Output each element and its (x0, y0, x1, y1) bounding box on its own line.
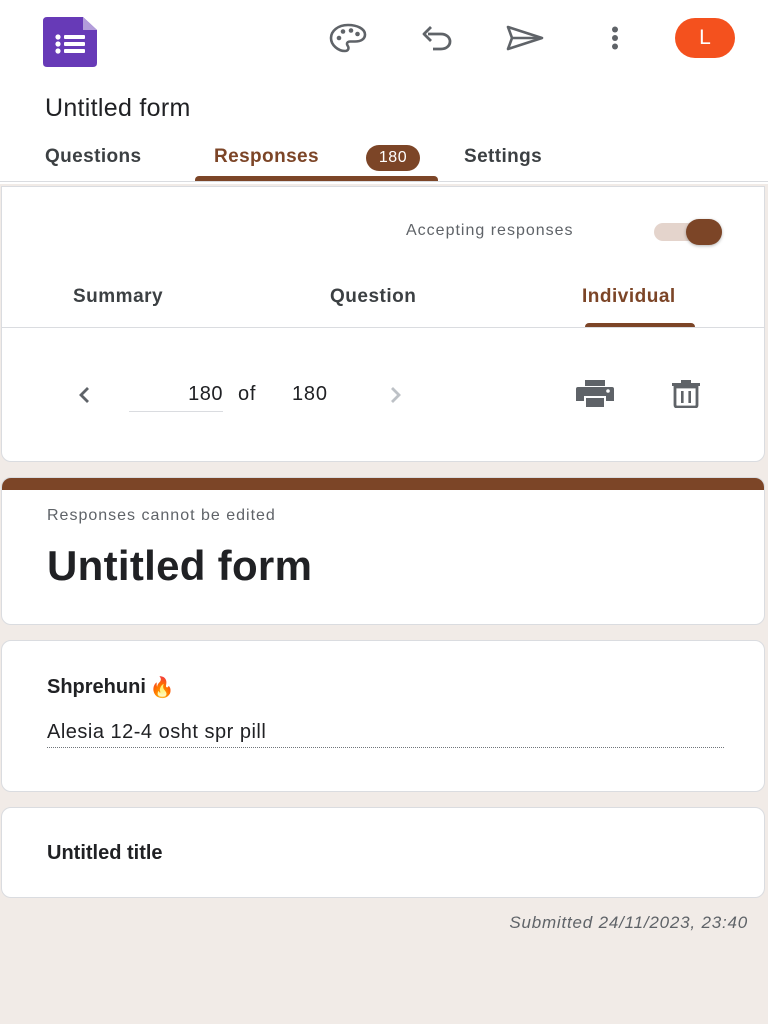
pager-of-label: of (238, 383, 257, 405)
tab-settings[interactable]: Settings (464, 146, 542, 168)
subtab-summary[interactable]: Summary (73, 286, 163, 308)
trash-icon[interactable] (666, 374, 706, 414)
fire-icon: 🔥 (149, 677, 175, 699)
cannot-edit-notice: Responses cannot be edited (47, 507, 276, 524)
submitted-timestamp: Submitted 24/11/2023, 23:40 (509, 913, 748, 932)
responses-count-badge: 180 (366, 145, 420, 171)
accepting-responses-label: Accepting responses (406, 222, 574, 239)
form-title[interactable]: Untitled form (45, 94, 191, 123)
question-card: Shprehuni 🔥 Alesia 12-4 osht spr pill (1, 640, 765, 792)
account-avatar[interactable]: L (675, 18, 735, 58)
tab-responses[interactable]: Responses (214, 146, 319, 168)
send-icon[interactable] (505, 18, 545, 58)
tab-questions[interactable]: Questions (45, 146, 142, 168)
google-forms-icon[interactable] (43, 17, 97, 67)
subtab-individual[interactable]: Individual (582, 286, 676, 308)
pager-total: 180 (292, 383, 328, 405)
print-icon[interactable] (575, 374, 615, 414)
responses-control-card: Accepting responses Summary Question Ind… (1, 186, 765, 462)
app-header: L Untitled form Questions Responses 180 … (0, 0, 768, 184)
chevron-left-icon[interactable] (69, 380, 99, 410)
response-form-card: Responses cannot be edited Untitled form (1, 477, 765, 625)
more-vert-icon[interactable] (595, 18, 635, 58)
question-title: Untitled title (47, 842, 163, 865)
accepting-responses-toggle[interactable] (652, 217, 726, 247)
palette-icon[interactable] (328, 18, 368, 58)
subtab-divider (2, 327, 764, 328)
question-title-text: Shprehuni (47, 676, 146, 698)
chevron-right-icon[interactable] (381, 380, 411, 410)
question-title-text: Untitled title (47, 842, 163, 864)
answer-text: Alesia 12-4 osht spr pill (47, 721, 267, 743)
avatar-letter: L (699, 26, 711, 49)
response-number-input[interactable] (129, 377, 223, 412)
form-accent-bar (2, 478, 764, 490)
question-title: Shprehuni 🔥 (47, 675, 175, 700)
response-form-title: Untitled form (47, 542, 313, 589)
subtab-question[interactable]: Question (330, 286, 416, 308)
undo-icon[interactable] (417, 18, 457, 58)
answer-underline (47, 747, 724, 748)
question-card: Untitled title (1, 807, 765, 898)
toggle-knob (686, 219, 722, 245)
header-divider (0, 181, 768, 182)
